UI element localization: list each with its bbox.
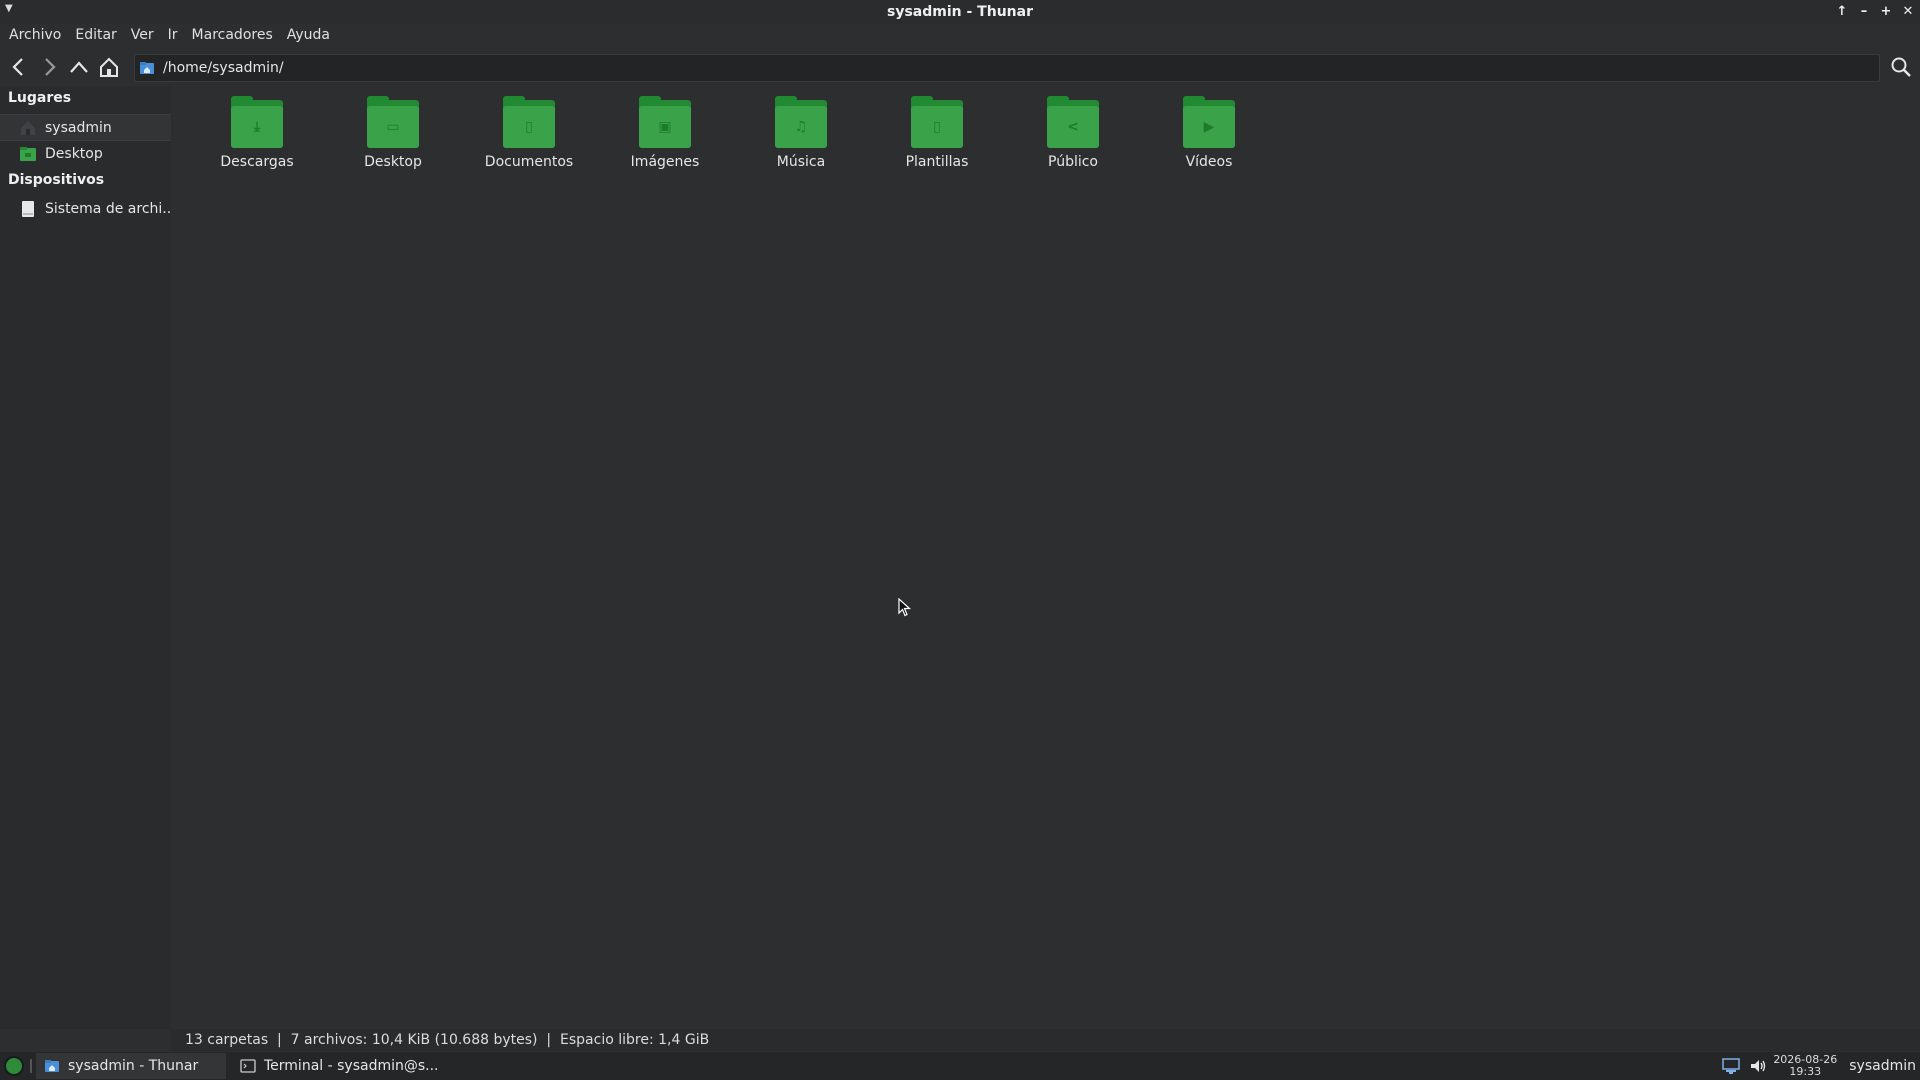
window-controls: ↑ – + ✕ bbox=[1834, 2, 1916, 20]
sidebar-header-devices: Dispositivos bbox=[8, 172, 105, 188]
menu-bar: Archivo Editar Ver Ir Marcadores Ayuda bbox=[0, 24, 1920, 46]
folder-musica[interactable]: ♫ Música bbox=[733, 96, 869, 170]
system-tray: 2026-08-26 19:33 sysadmin bbox=[1721, 1052, 1920, 1080]
share-folder-icon: < bbox=[1047, 96, 1099, 148]
task-label: Terminal - sysadmin@s... bbox=[264, 1058, 439, 1074]
file-label: Plantillas bbox=[905, 154, 969, 170]
file-grid: ⤓ Descargas ▭ Desktop ▯ Documentos ▣ Imá… bbox=[189, 96, 1277, 170]
desktop-folder-icon bbox=[19, 145, 37, 163]
sidebar-item-desktop[interactable]: Desktop bbox=[0, 141, 171, 166]
folder-videos[interactable]: ▶ Vídeos bbox=[1141, 96, 1277, 170]
search-icon bbox=[1891, 57, 1911, 77]
location-bar[interactable] bbox=[134, 54, 1880, 82]
folder-desktop[interactable]: ▭ Desktop bbox=[325, 96, 461, 170]
folder-imagenes[interactable]: ▣ Imágenes bbox=[597, 96, 733, 170]
sidebar: Lugares sysadmin Desktop Dispositivos Si… bbox=[0, 86, 171, 1029]
back-button[interactable] bbox=[4, 52, 34, 82]
file-view[interactable]: ⤓ Descargas ▭ Desktop ▯ Documentos ▣ Imá… bbox=[171, 86, 1920, 1029]
sidebar-item-label: sysadmin bbox=[45, 119, 112, 136]
chevron-right-icon bbox=[45, 58, 56, 76]
home-icon bbox=[100, 57, 118, 77]
home-button[interactable] bbox=[94, 52, 124, 82]
desktop-folder-icon: ▭ bbox=[367, 96, 419, 148]
arrow-up-icon[interactable]: ↑ bbox=[1834, 2, 1850, 20]
window-title: sysadmin - Thunar bbox=[887, 4, 1033, 20]
menu-ver[interactable]: Ver bbox=[124, 27, 161, 43]
up-button[interactable] bbox=[64, 52, 94, 82]
chevron-left-icon bbox=[12, 58, 23, 76]
folder-descargas[interactable]: ⤓ Descargas bbox=[189, 96, 325, 170]
volume-icon[interactable] bbox=[1749, 1057, 1767, 1075]
clock-time: 19:33 bbox=[1789, 1065, 1822, 1078]
taskbar-separator bbox=[30, 1059, 32, 1073]
file-label: Documentos bbox=[484, 154, 574, 170]
drive-icon bbox=[19, 200, 37, 218]
videos-folder-icon: ▶ bbox=[1183, 96, 1235, 148]
file-label: Descargas bbox=[220, 154, 294, 170]
home-folder-icon bbox=[45, 1060, 59, 1072]
clock[interactable]: 2026-08-26 19:33 bbox=[1773, 1054, 1837, 1078]
download-folder-icon: ⤓ bbox=[231, 96, 283, 148]
menu-ir[interactable]: Ir bbox=[161, 27, 185, 43]
app-menu-icon[interactable] bbox=[4, 1056, 24, 1076]
status-text: 13 carpetas | 7 archivos: 10,4 KiB (10.6… bbox=[185, 1032, 710, 1048]
home-icon bbox=[19, 119, 37, 137]
folder-publico[interactable]: < Público bbox=[1005, 96, 1141, 170]
status-bar: 13 carpetas | 7 archivos: 10,4 KiB (10.6… bbox=[171, 1029, 1920, 1051]
task-thunar[interactable]: sysadmin - Thunar bbox=[36, 1053, 226, 1079]
folder-documentos[interactable]: ▯ Documentos bbox=[461, 96, 597, 170]
menu-marcadores[interactable]: Marcadores bbox=[185, 27, 280, 43]
maximize-icon[interactable]: + bbox=[1878, 2, 1894, 20]
user-name[interactable]: sysadmin bbox=[1849, 1058, 1916, 1074]
terminal-icon bbox=[240, 1059, 256, 1073]
music-folder-icon: ♫ bbox=[775, 96, 827, 148]
file-label: Imágenes bbox=[630, 154, 700, 170]
sidebar-item-label: Desktop bbox=[45, 145, 103, 162]
documents-folder-icon: ▯ bbox=[503, 96, 555, 148]
sidebar-header-places: Lugares bbox=[8, 90, 72, 106]
chevron-up-icon bbox=[70, 61, 88, 73]
mouse-cursor-icon bbox=[898, 598, 912, 617]
menu-archivo[interactable]: Archivo bbox=[2, 27, 68, 43]
title-bar: ▼ sysadmin - Thunar ↑ – + ✕ bbox=[0, 0, 1920, 24]
folder-plantillas[interactable]: ▯ Plantillas bbox=[869, 96, 1005, 170]
location-input[interactable] bbox=[161, 59, 1865, 77]
sidebar-item-sysadmin[interactable]: sysadmin bbox=[0, 114, 171, 141]
menu-editar[interactable]: Editar bbox=[68, 27, 123, 43]
close-icon[interactable]: ✕ bbox=[1900, 2, 1916, 20]
file-label: Desktop bbox=[364, 154, 422, 170]
taskbar: sysadmin - Thunar Terminal - sysadmin@s.… bbox=[0, 1052, 1920, 1080]
menu-ayuda[interactable]: Ayuda bbox=[280, 27, 337, 43]
home-folder-icon bbox=[140, 62, 154, 74]
pictures-folder-icon: ▣ bbox=[639, 96, 691, 148]
toolbar bbox=[0, 50, 1920, 84]
file-label: Público bbox=[1048, 154, 1098, 170]
templates-folder-icon: ▯ bbox=[911, 96, 963, 148]
search-button[interactable] bbox=[1888, 54, 1914, 80]
minimize-icon[interactable]: – bbox=[1856, 2, 1872, 20]
forward-button[interactable] bbox=[34, 52, 64, 82]
task-label: sysadmin - Thunar bbox=[68, 1058, 199, 1074]
sidebar-item-filesystem[interactable]: Sistema de archi... bbox=[0, 196, 171, 221]
network-icon[interactable] bbox=[1721, 1057, 1741, 1075]
task-terminal[interactable]: Terminal - sysadmin@s... bbox=[232, 1053, 447, 1079]
file-label: Vídeos bbox=[1185, 154, 1233, 170]
sidebar-item-label: Sistema de archi... bbox=[45, 200, 171, 217]
file-label: Música bbox=[776, 154, 826, 170]
